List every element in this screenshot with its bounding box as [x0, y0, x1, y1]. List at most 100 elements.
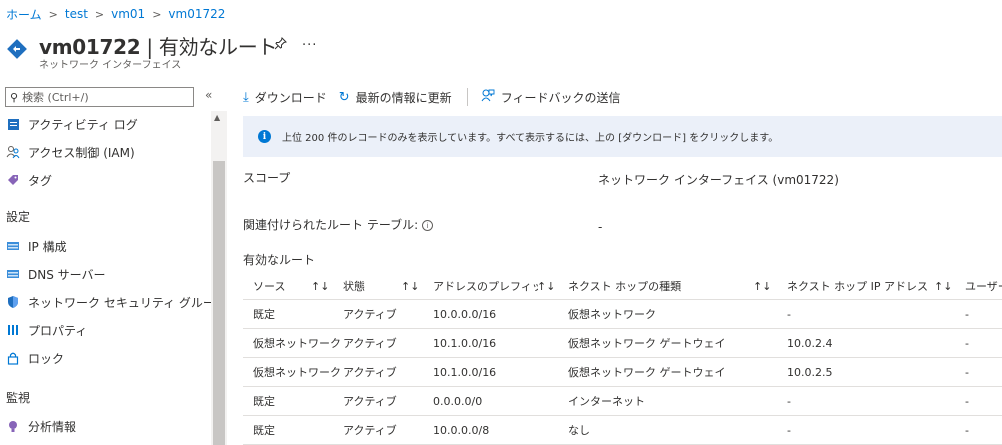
sidebar-nav: アクティビティ ログ アクセス制御 (IAM) タグ 設定 IP 構成 DNS …	[0, 111, 211, 445]
sidebar-scrollbar[interactable]: ▲	[211, 111, 227, 445]
search-icon: ⚲	[10, 90, 19, 104]
more-options-icon[interactable]: ...	[302, 34, 317, 49]
sidebar-item-locks[interactable]: ロック	[0, 345, 211, 371]
cell-next-hop-type: 仮想ネットワーク ゲートウェイ	[568, 337, 726, 350]
chevron-right-icon: >	[94, 7, 105, 21]
nsg-shield-icon	[6, 295, 20, 309]
sort-icon[interactable]: ↑↓	[753, 273, 771, 300]
cell-source: 仮想ネットワーク...	[253, 366, 341, 379]
pin-icon[interactable]	[274, 37, 287, 54]
route-table-label-row: 関連付けられたルート テーブル: i	[243, 216, 434, 233]
sort-icon[interactable]: ↑↓	[537, 273, 555, 300]
cell-next-hop-ip: 10.0.2.5	[787, 365, 833, 379]
cell-state: アクティブ	[343, 308, 397, 321]
scope-label: スコープ	[243, 171, 291, 185]
chevron-right-icon: >	[152, 7, 162, 21]
refresh-label: 最新の情報に更新	[355, 90, 452, 105]
cell-address-prefix: 0.0.0.0/0	[433, 394, 483, 408]
info-banner: i 上位 200 件のレコードのみを表示しています。すべて表示するには、上の […	[243, 116, 1002, 157]
tag-icon	[6, 173, 20, 187]
cell-user-defined: -	[965, 394, 969, 408]
info-circle-icon[interactable]: i	[422, 220, 434, 231]
sort-icon[interactable]: ↑↓	[311, 273, 329, 300]
sidebar-item-label: IP 構成	[28, 239, 67, 254]
download-icon: ⤓	[243, 89, 249, 105]
effective-routes-table: ソース ↑↓ 状態 ↑↓ アドレスのプレフィック... ↑↓ ネクスト ホップの…	[243, 273, 1002, 445]
sidebar-item-dns[interactable]: DNS サーバー	[0, 261, 211, 287]
cell-user-defined: -	[965, 365, 969, 379]
column-header-source[interactable]: ソース	[253, 273, 313, 299]
sidebar-item-ip-config[interactable]: IP 構成	[0, 233, 211, 259]
sort-icon[interactable]: ↑↓	[401, 273, 419, 300]
cell-next-hop-ip: 10.0.2.4	[787, 336, 833, 350]
sidebar-item-label: DNS サーバー	[28, 267, 106, 282]
sidebar-item-iam[interactable]: アクセス制御 (IAM)	[0, 139, 211, 165]
cell-next-hop-type: 仮想ネットワーク ゲートウェイ	[568, 366, 726, 379]
cell-source: 仮想ネットワーク...	[253, 337, 341, 350]
cell-address-prefix: 10.0.0.0/8	[433, 423, 490, 437]
sidebar-item-label: プロパティ	[28, 323, 88, 338]
breadcrumb: ホーム > test > vm01 > vm01722	[6, 6, 225, 22]
page-header: vm01722 | 有効なルート ... ネットワーク インターフェイス	[6, 30, 506, 71]
column-header-user-defined[interactable]: ユーザー定	[965, 273, 1002, 299]
cell-next-hop-ip: -	[787, 307, 791, 321]
sidebar-item-label: タグ	[28, 173, 53, 188]
breadcrumb-vm01722[interactable]: vm01722	[168, 7, 225, 21]
info-banner-text: 上位 200 件のレコードのみを表示しています。すべて表示するには、上の [ダウ…	[282, 133, 779, 144]
section-heading-settings: 設定	[6, 210, 31, 224]
table-header-row: ソース ↑↓ 状態 ↑↓ アドレスのプレフィック... ↑↓ ネクスト ホップの…	[243, 273, 1002, 300]
sidebar-item-nsg[interactable]: ネットワーク セキュリティ グループ	[0, 289, 211, 315]
sort-icon[interactable]: ↑↓	[934, 273, 952, 300]
refresh-button[interactable]: ↻ 最新の情報に更新	[339, 89, 452, 106]
collapse-sidebar-icon[interactable]: «	[205, 88, 212, 102]
cell-address-prefix: 10.0.0.0/16	[433, 307, 497, 321]
toolbar-divider	[466, 88, 468, 106]
ip-config-icon	[6, 239, 20, 253]
feedback-label: フィードバックの送信	[500, 90, 621, 105]
cell-next-hop-ip: -	[787, 423, 791, 437]
properties-icon	[6, 323, 20, 337]
sidebar-item-label: 分析情報	[28, 419, 77, 434]
send-feedback-button[interactable]: フィードバックの送信	[481, 88, 621, 106]
feedback-icon	[481, 88, 495, 106]
cell-user-defined: -	[965, 336, 969, 350]
sidebar-item-properties[interactable]: プロパティ	[0, 317, 211, 343]
activity-log-icon	[6, 117, 20, 131]
column-header-state[interactable]: 状態	[343, 273, 393, 299]
cell-next-hop-ip: -	[787, 394, 791, 408]
dns-icon	[6, 267, 20, 281]
scope-value: ネットワーク インターフェイス (vm01722)	[598, 173, 839, 187]
sidebar-item-label: ネットワーク セキュリティ グループ	[28, 295, 211, 310]
cell-next-hop-type: インターネット	[568, 395, 645, 408]
breadcrumb-home[interactable]: ホーム	[6, 6, 42, 23]
download-button[interactable]: ⤓ ダウンロード	[243, 89, 327, 106]
chevron-right-icon: >	[48, 7, 58, 21]
insights-icon	[6, 419, 20, 433]
cell-address-prefix: 10.1.0.0/16	[433, 336, 497, 350]
effective-routes-label: 有効なルート	[243, 253, 316, 267]
breadcrumb-test[interactable]: test	[65, 7, 88, 21]
search-input[interactable]: ⚲ 検索 (Ctrl+/)	[5, 87, 194, 107]
column-header-address-prefix[interactable]: アドレスのプレフィック...	[433, 273, 538, 299]
scroll-up-icon[interactable]: ▲	[214, 113, 220, 122]
cell-state: アクティブ	[343, 424, 397, 437]
sidebar-item-tags[interactable]: タグ	[0, 167, 211, 193]
sidebar-item-label: アクセス制御 (IAM)	[28, 145, 135, 160]
lock-icon	[6, 351, 20, 365]
sidebar-item-insights[interactable]: 分析情報	[0, 413, 211, 439]
cell-user-defined: -	[965, 423, 969, 437]
search-placeholder: 検索 (Ctrl+/)	[22, 91, 89, 104]
cell-next-hop-type: なし	[568, 424, 590, 437]
cell-state: アクティブ	[343, 337, 397, 350]
sidebar-item-activity-log[interactable]: アクティビティ ログ	[0, 111, 211, 137]
cell-source: 既定	[253, 395, 275, 408]
column-header-next-hop-type[interactable]: ネクスト ホップの種類	[568, 273, 748, 299]
table-row: 既定 アクティブ 10.0.0.0/16 仮想ネットワーク - -	[243, 300, 1002, 329]
route-table-label: 関連付けられたルート テーブル:	[243, 218, 419, 232]
download-label: ダウンロード	[254, 90, 327, 105]
section-heading-monitoring: 監視	[6, 391, 31, 405]
table-row: 既定 アクティブ 0.0.0.0/0 インターネット - -	[243, 387, 1002, 416]
breadcrumb-vm01[interactable]: vm01	[111, 7, 145, 21]
scrollbar-thumb[interactable]	[213, 161, 225, 445]
column-header-next-hop-ip[interactable]: ネクスト ホップ IP アドレス	[787, 273, 927, 299]
